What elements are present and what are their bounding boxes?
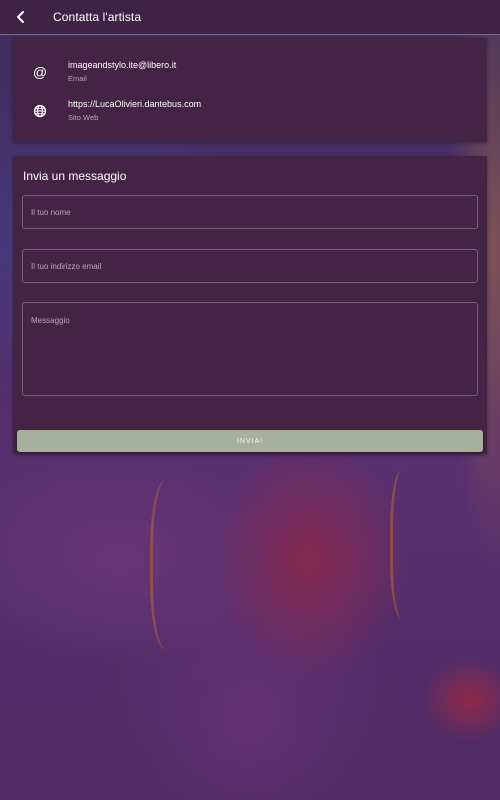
send-button[interactable]: INVIA! xyxy=(17,430,483,452)
contact-website-label: Sito Web xyxy=(68,113,99,122)
contact-email-label: Email xyxy=(68,74,87,83)
name-input[interactable] xyxy=(22,195,478,229)
app-bar: Contatta l'artista xyxy=(0,0,500,35)
back-button[interactable] xyxy=(8,4,34,30)
message-textarea[interactable] xyxy=(22,302,478,396)
contacts-card: @ imageandstylo.ite@libero.it Email http… xyxy=(13,38,487,142)
contact-email-value: imageandstylo.ite@libero.it xyxy=(68,60,177,70)
background-artwork xyxy=(150,480,190,650)
message-form-card: Invia un messaggio xyxy=(13,156,487,454)
form-title: Invia un messaggio xyxy=(23,169,127,183)
globe-icon xyxy=(32,103,48,119)
background-artwork-vein xyxy=(390,470,420,620)
contact-website-row[interactable]: https://LucaOlivieri.dantebus.com Sito W… xyxy=(13,94,487,130)
at-sign-icon: @ xyxy=(32,64,48,80)
email-input[interactable] xyxy=(22,249,478,283)
page-title: Contatta l'artista xyxy=(53,10,142,24)
chevron-left-icon xyxy=(17,11,24,23)
contact-email-row[interactable]: @ imageandstylo.ite@libero.it Email xyxy=(13,55,487,91)
contact-website-value: https://LucaOlivieri.dantebus.com xyxy=(68,99,202,109)
